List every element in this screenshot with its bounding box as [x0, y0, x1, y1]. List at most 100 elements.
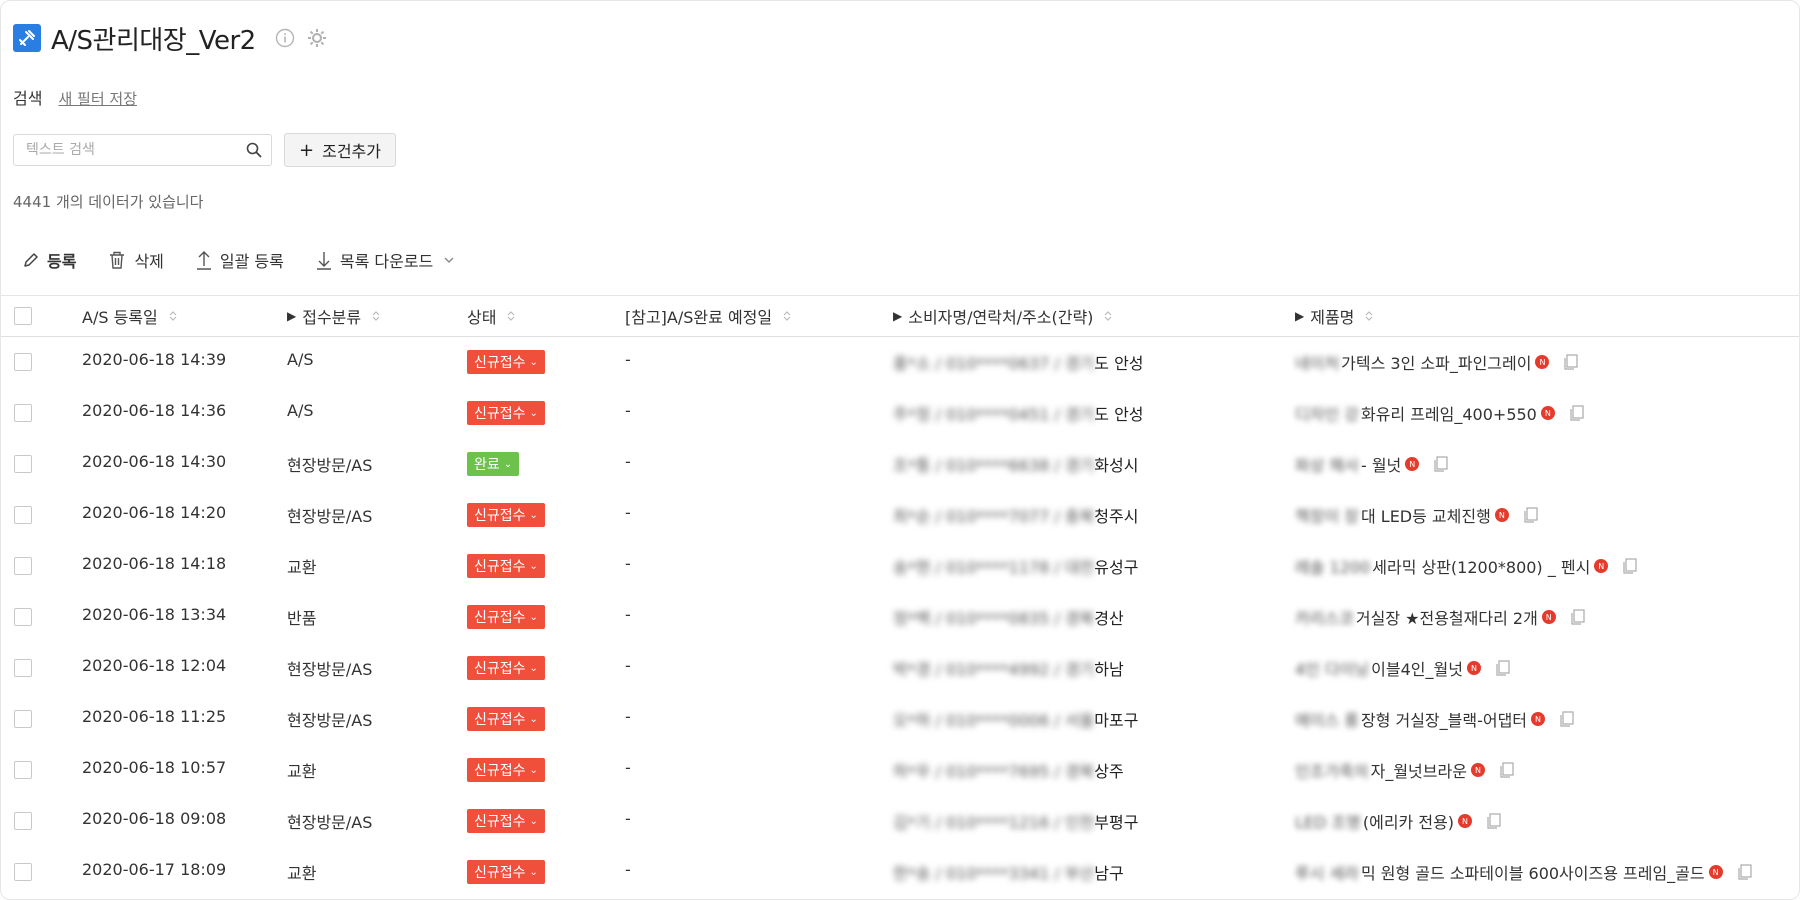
- pencil-icon: [24, 253, 38, 267]
- table-row[interactable]: 2020-06-18 12:04 현장방문/AS 신규접수 ⌄ - 박*경 / 0…: [1, 643, 1799, 694]
- copy-icon[interactable]: [1433, 455, 1449, 473]
- product-name[interactable]: - 월넛: [1361, 452, 1401, 476]
- row-checkbox[interactable]: [14, 659, 32, 677]
- product-name[interactable]: 세라믹 상판(1200*800) _ 펜시: [1372, 554, 1590, 578]
- col-due-header[interactable]: [참고]A/S완료 예정일: [625, 296, 792, 336]
- status-badge[interactable]: 신규접수 ⌄: [467, 707, 545, 731]
- row-checkbox[interactable]: [14, 353, 32, 371]
- table-row[interactable]: 2020-06-18 10:57 교환 신규접수 ⌄ - 하*우 / 010***…: [1, 745, 1799, 796]
- search-input[interactable]: [14, 135, 234, 165]
- status-badge[interactable]: 신규접수 ⌄: [467, 350, 545, 374]
- copy-icon[interactable]: [1499, 761, 1515, 779]
- info-icon[interactable]: [274, 27, 296, 49]
- table-row[interactable]: 2020-06-18 09:08 현장방문/AS 신규접수 ⌄ - 김*기 / 0…: [1, 796, 1799, 847]
- row-checkbox-cell: [14, 404, 32, 422]
- status-badge[interactable]: 신규접수 ⌄: [467, 860, 545, 884]
- sort-icon[interactable]: [506, 310, 516, 322]
- cell-date: 2020-06-18 14:20: [82, 503, 227, 522]
- table-row[interactable]: 2020-06-18 13:34 반품 신규접수 ⌄ - 정*백 / 010***…: [1, 592, 1799, 643]
- cell-category: 현장방문/AS: [287, 507, 373, 526]
- copy-icon[interactable]: [1523, 506, 1539, 524]
- row-checkbox[interactable]: [14, 404, 32, 422]
- save-filter-link[interactable]: 새 필터 저장: [58, 88, 137, 109]
- product-name[interactable]: 가텍스 3인 소파_파인그레이: [1341, 350, 1531, 374]
- table-row[interactable]: 2020-06-18 11:25 현장방문/AS 신규접수 ⌄ - 오*하 / 0…: [1, 694, 1799, 745]
- tools-icon: [13, 24, 41, 52]
- copy-icon[interactable]: [1495, 659, 1511, 677]
- sort-icon[interactable]: [168, 310, 178, 322]
- product-name[interactable]: 장형 거실장_블랙-어댑터: [1361, 707, 1527, 731]
- copy-icon[interactable]: [1563, 353, 1579, 371]
- customer-address: 유성구: [1094, 558, 1139, 577]
- col-category-header[interactable]: ▶ 접수분류: [287, 296, 381, 336]
- copy-icon[interactable]: [1559, 710, 1575, 728]
- sort-icon[interactable]: [1103, 310, 1113, 322]
- chevron-down-icon: ⌄: [529, 407, 538, 419]
- status-badge[interactable]: 신규접수 ⌄: [467, 401, 545, 425]
- copy-icon[interactable]: [1737, 863, 1753, 881]
- sort-icon[interactable]: [1364, 310, 1374, 322]
- table-row[interactable]: 2020-06-18 14:18 교환 신규접수 ⌄ - 송*현 / 010***…: [1, 541, 1799, 592]
- copy-icon[interactable]: [1622, 557, 1638, 575]
- table-row[interactable]: 2020-06-18 14:36 A/S 신규접수 ⌄ - 주*정 / 010**…: [1, 388, 1799, 439]
- table-row[interactable]: 2020-06-18 14:39 A/S 신규접수 ⌄ - 홍*소 / 010**…: [1, 337, 1799, 388]
- select-all-checkbox[interactable]: [14, 307, 32, 325]
- product-name[interactable]: (에리카 전용): [1363, 809, 1454, 833]
- cell-customer: 조*통 / 010****6638 / 경기 화성시: [893, 452, 1138, 476]
- delete-button[interactable]: 삭제: [106, 248, 164, 272]
- status-badge[interactable]: 완료 ⌄: [467, 452, 520, 476]
- status-badge[interactable]: 신규접수 ⌄: [467, 605, 545, 629]
- row-checkbox[interactable]: [14, 455, 32, 473]
- col-customer-header[interactable]: ▶ 소비자명/연락처/주소(간략): [893, 296, 1113, 336]
- cell-status: 신규접수 ⌄: [467, 860, 545, 884]
- bulk-register-button[interactable]: 일괄 등록: [194, 248, 284, 272]
- row-checkbox[interactable]: [14, 761, 32, 779]
- cell-product: 네이처 가텍스 3인 소파_파인그레이 N: [1295, 350, 1579, 374]
- row-checkbox[interactable]: [14, 608, 32, 626]
- row-checkbox[interactable]: [14, 710, 32, 728]
- cell-product: 루시 세라 믹 원형 골드 소파테이블 600사이즈용 프레임_골드 N: [1295, 860, 1753, 884]
- chevron-down-icon: ⌄: [529, 713, 538, 725]
- status-label: 신규접수: [474, 712, 526, 728]
- customer-address: 마포구: [1094, 711, 1139, 730]
- product-masked: 인조가죽의: [1295, 762, 1369, 781]
- row-checkbox[interactable]: [14, 812, 32, 830]
- product-name[interactable]: 믹 원형 골드 소파테이블 600사이즈용 프레임_골드: [1361, 860, 1705, 884]
- sort-icon[interactable]: [371, 310, 381, 322]
- product-name[interactable]: 거실장 ★전용철재다리 2개: [1356, 605, 1538, 629]
- copy-icon[interactable]: [1570, 608, 1586, 626]
- add-condition-button[interactable]: + 조건추가: [284, 133, 396, 167]
- sort-icon[interactable]: [782, 310, 792, 322]
- row-checkbox[interactable]: [14, 863, 32, 881]
- copy-icon[interactable]: [1569, 404, 1585, 422]
- register-button[interactable]: 등록: [21, 248, 76, 272]
- copy-icon[interactable]: [1486, 812, 1502, 830]
- status-badge[interactable]: 신규접수 ⌄: [467, 656, 545, 680]
- cell-category: 교환: [287, 762, 317, 781]
- row-checkbox[interactable]: [14, 506, 32, 524]
- product-name[interactable]: 자_월넛브라운: [1371, 758, 1467, 782]
- table-row[interactable]: 2020-06-18 14:30 현장방문/AS 완료 ⌄ - 조*통 / 010…: [1, 439, 1799, 490]
- gear-icon[interactable]: [306, 27, 328, 49]
- col-status-header[interactable]: 상태: [467, 296, 516, 336]
- product-name[interactable]: 화유리 프레임_400+550: [1361, 401, 1537, 425]
- status-badge[interactable]: 신규접수 ⌄: [467, 554, 545, 578]
- customer-masked: 주*정 / 010****0451 / 경기: [893, 405, 1095, 424]
- table-row[interactable]: 2020-06-18 14:20 현장방문/AS 신규접수 ⌄ - 최*순 / 0…: [1, 490, 1799, 541]
- cell-date: 2020-06-18 14:18: [82, 554, 227, 573]
- product-name[interactable]: 이블4인_월넛: [1371, 656, 1463, 680]
- customer-address: 화성시: [1094, 456, 1139, 475]
- col-product-header[interactable]: ▶ 제품명: [1295, 296, 1374, 336]
- status-badge[interactable]: 신규접수 ⌄: [467, 503, 545, 527]
- product-name[interactable]: 대 LED등 교체진행: [1361, 503, 1491, 527]
- status-badge[interactable]: 신규접수 ⌄: [467, 758, 545, 782]
- customer-masked: 정*백 / 010****0835 / 경북: [893, 609, 1095, 628]
- row-checkbox[interactable]: [14, 557, 32, 575]
- download-button[interactable]: 목록 다운로드: [314, 248, 461, 272]
- cell-customer: 오*하 / 010****0006 / 서울 마포구: [893, 707, 1138, 731]
- search-icon[interactable]: [245, 141, 263, 159]
- table-row[interactable]: 2020-06-17 18:09 교환 신규접수 ⌄ - 한*송 / 010***…: [1, 847, 1799, 898]
- search-row: + 조건추가: [13, 133, 396, 167]
- col-date-header[interactable]: A/S 등록일: [82, 296, 178, 336]
- status-badge[interactable]: 신규접수 ⌄: [467, 809, 545, 833]
